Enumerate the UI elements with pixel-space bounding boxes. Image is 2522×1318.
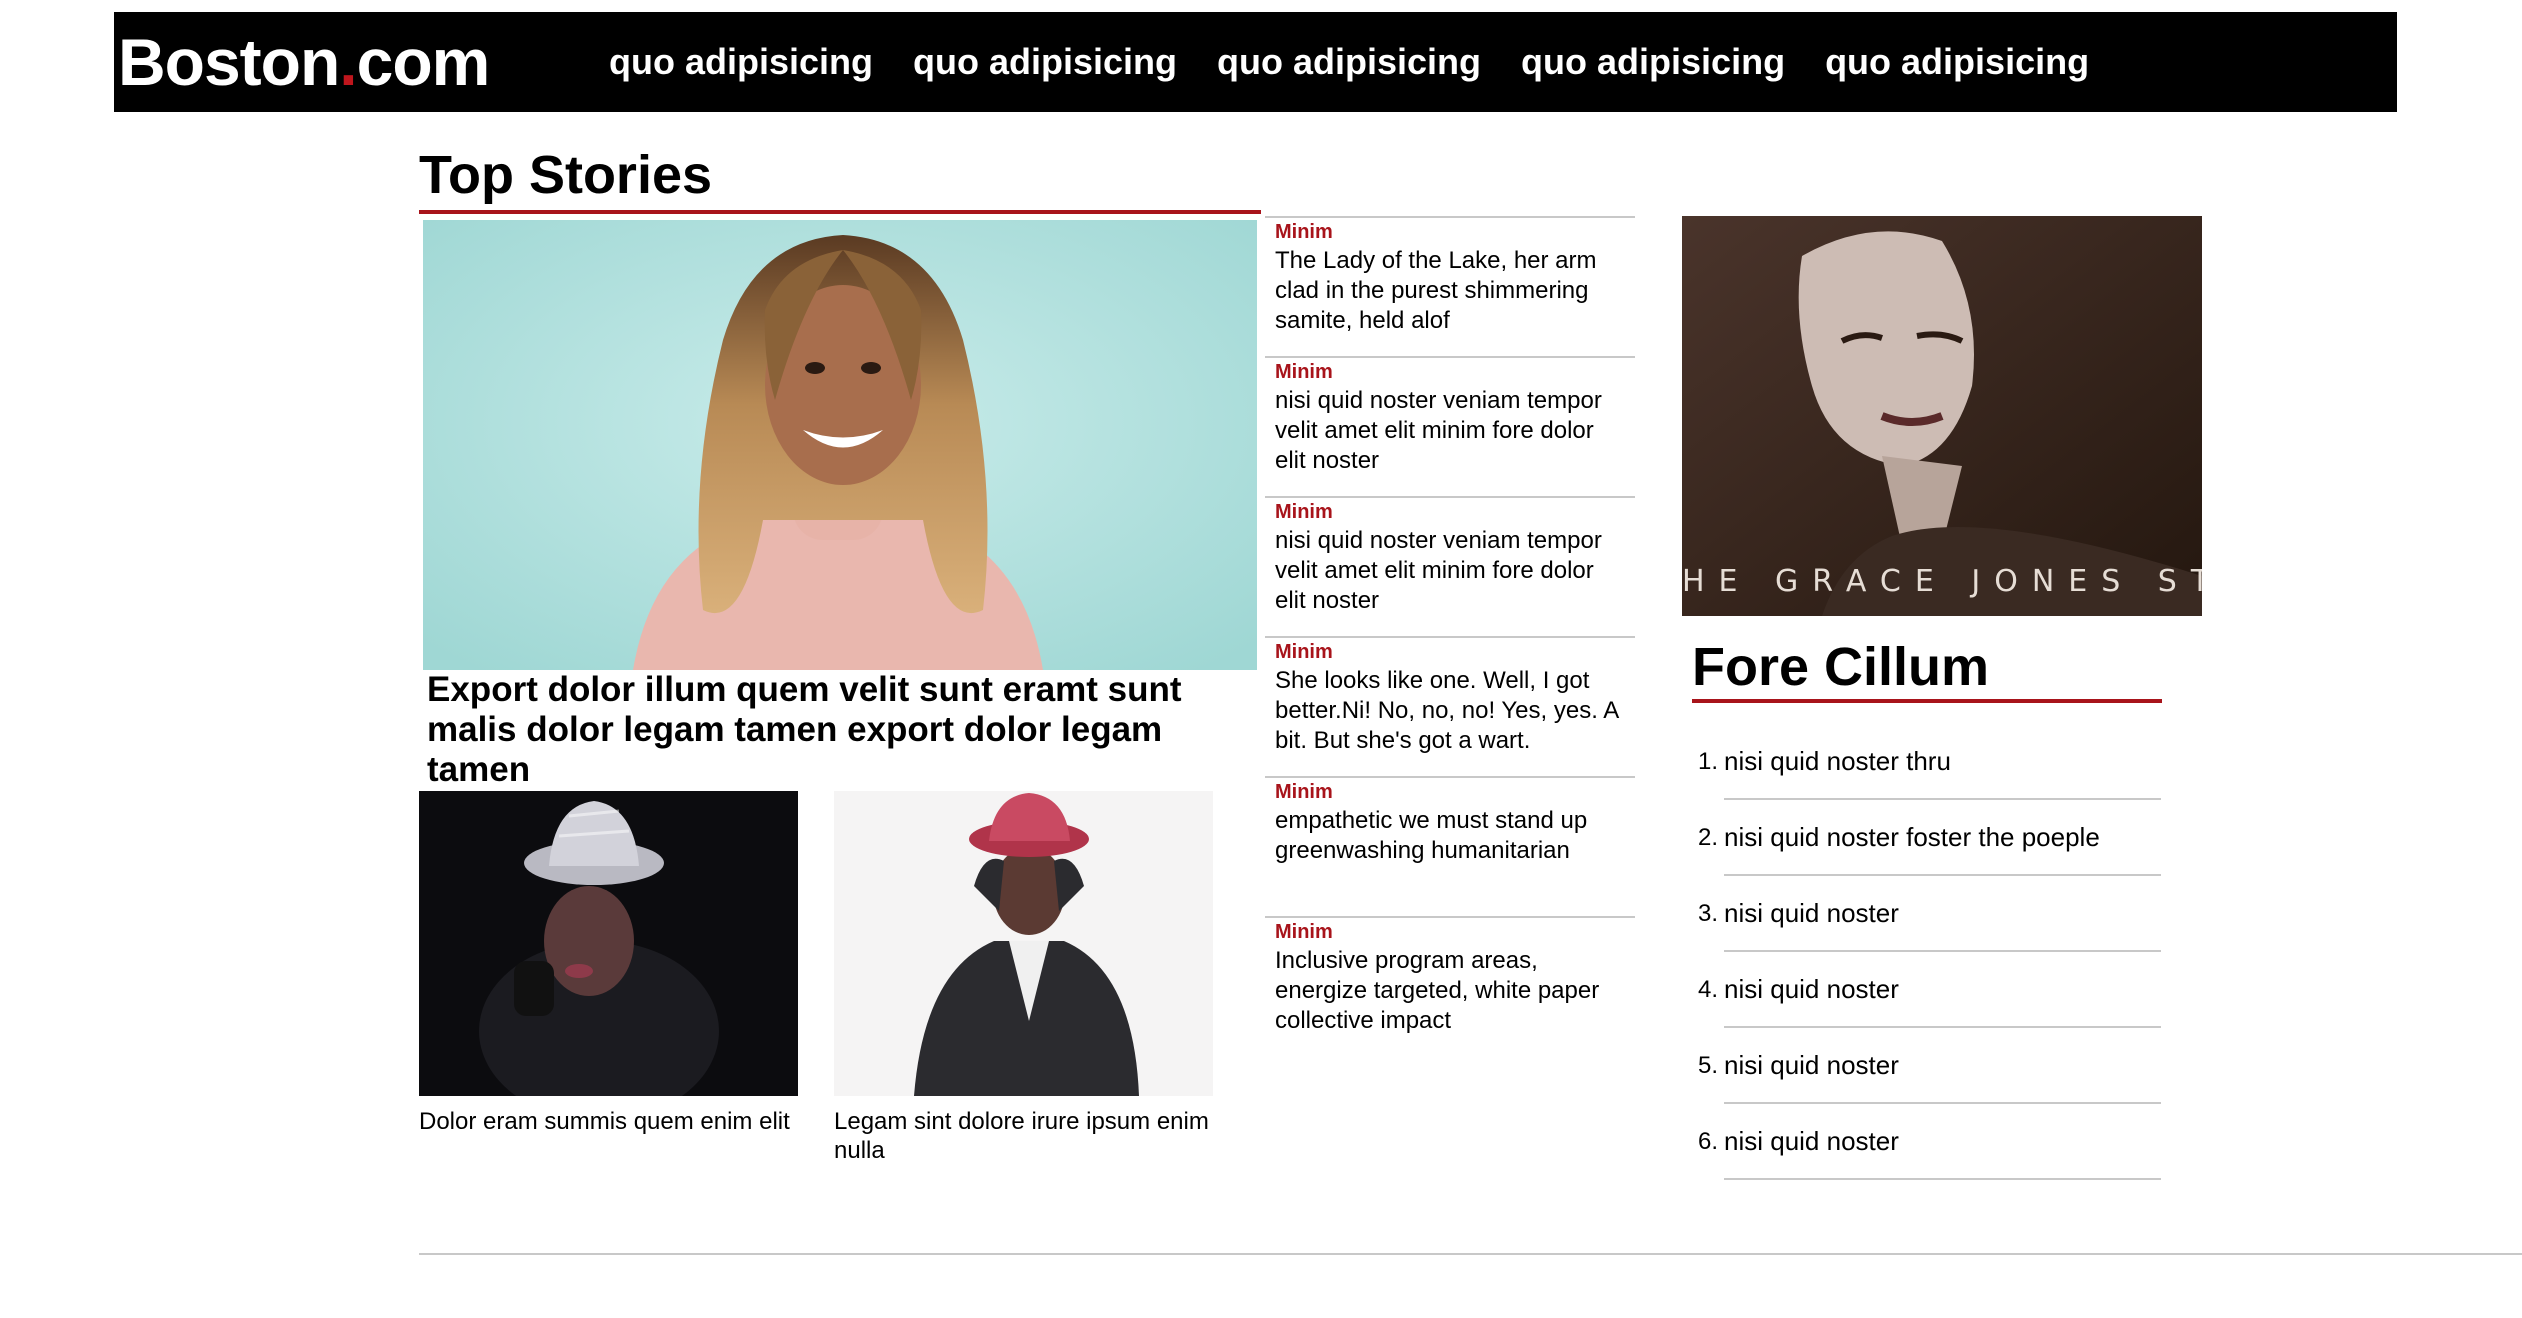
nav-item-4[interactable]: quo adipisicing [1521, 41, 1785, 83]
list-item-kicker[interactable]: Minim [1275, 641, 1333, 664]
ranked-text[interactable]: nisi quid noster thru [1724, 746, 1951, 777]
ranked-list-item[interactable]: 1. nisi quid noster thru [1698, 724, 2161, 800]
site-logo[interactable]: Boston.com [118, 12, 491, 112]
list-item[interactable]: Minim Inclusive program areas, energize … [1265, 916, 1635, 1058]
story-caption-2[interactable]: Legam sint dolore irure ipsum enim nulla [834, 1107, 1214, 1165]
list-item-text[interactable]: She looks like one. Well, I got better.N… [1275, 666, 1625, 756]
ranked-text[interactable]: nisi quid noster [1724, 1126, 1899, 1157]
ranked-list-item[interactable]: 2. nisi quid noster foster the poeple [1698, 800, 2161, 876]
list-item[interactable]: Minim She looks like one. Well, I got be… [1265, 636, 1635, 778]
ranked-number: 1. [1698, 748, 1719, 775]
list-item[interactable]: Minim The Lady of the Lake, her arm clad… [1265, 216, 1635, 358]
top-stories-rule [419, 210, 1261, 214]
list-item-text[interactable]: nisi quid noster veniam tempor velit ame… [1275, 526, 1625, 616]
feature-poster-illustration [1682, 216, 2202, 616]
main-nav: quo adipisicing quo adipisicing quo adip… [609, 12, 2089, 112]
fore-cillum-rule [1692, 699, 2162, 703]
feature-image[interactable]: HE GRACE JONES STORY [1682, 216, 2202, 616]
ranked-number: 6. [1698, 1128, 1719, 1155]
ranked-list-item[interactable]: 6. nisi quid noster [1698, 1104, 2161, 1180]
nav-item-2[interactable]: quo adipisicing [913, 41, 1177, 83]
story-caption-1[interactable]: Dolor eram summis quem enim elit [419, 1107, 799, 1136]
ranked-list-item[interactable]: 5. nisi quid noster [1698, 1028, 2161, 1104]
ranked-number: 3. [1698, 900, 1719, 927]
top-stories-heading: Top Stories [419, 145, 713, 205]
list-item-kicker[interactable]: Minim [1275, 781, 1333, 804]
story-photo-2 [834, 791, 1213, 1096]
footer-divider [419, 1253, 2522, 1255]
ranked-number: 5. [1698, 1052, 1719, 1079]
logo-text-main: Boston [118, 25, 340, 99]
list-item-kicker[interactable]: Minim [1275, 921, 1333, 944]
logo-text-tld: com [356, 25, 491, 99]
ranked-text[interactable]: nisi quid noster [1724, 1050, 1899, 1081]
story-photo-1 [419, 791, 798, 1096]
nav-item-1[interactable]: quo adipisicing [609, 41, 873, 83]
ranked-text[interactable]: nisi quid noster [1724, 898, 1899, 929]
story-image-2[interactable] [834, 791, 1213, 1096]
logo-dot: . [339, 25, 357, 99]
fore-cillum-heading: Fore Cillum [1692, 637, 1990, 697]
nav-item-5[interactable]: quo adipisicing [1825, 41, 2089, 83]
list-item-kicker[interactable]: Minim [1275, 221, 1333, 244]
ranked-number: 4. [1698, 976, 1719, 1003]
story-image-1[interactable] [419, 791, 798, 1096]
list-item-kicker[interactable]: Minim [1275, 361, 1333, 384]
site-header: Boston.com quo adipisicing quo adipisici… [114, 12, 2397, 112]
list-item[interactable]: Minim empathetic we must stand up greenw… [1265, 776, 1635, 918]
lead-portrait-illustration [423, 220, 1257, 670]
ranked-number: 2. [1698, 824, 1719, 851]
ranked-list-item[interactable]: 3. nisi quid noster [1698, 876, 2161, 952]
feature-image-caption: HE GRACE JONES STORY [1682, 564, 2202, 599]
list-item-text[interactable]: Inclusive program areas, energize target… [1275, 946, 1625, 1036]
ranked-list-item[interactable]: 4. nisi quid noster [1698, 952, 2161, 1028]
list-item-kicker[interactable]: Minim [1275, 501, 1333, 524]
ranked-text[interactable]: nisi quid noster foster the poeple [1724, 822, 2100, 853]
divider [1724, 1178, 2161, 1180]
lead-story-image[interactable] [423, 220, 1257, 670]
list-item[interactable]: Minim nisi quid noster veniam tempor vel… [1265, 496, 1635, 638]
list-item[interactable]: Minim nisi quid noster veniam tempor vel… [1265, 356, 1635, 498]
list-item-text[interactable]: The Lady of the Lake, her arm clad in th… [1275, 246, 1625, 336]
nav-item-3[interactable]: quo adipisicing [1217, 41, 1481, 83]
list-item-text[interactable]: empathetic we must stand up greenwashing… [1275, 806, 1625, 866]
list-item-text[interactable]: nisi quid noster veniam tempor velit ame… [1275, 386, 1625, 476]
ranked-text[interactable]: nisi quid noster [1724, 974, 1899, 1005]
lead-story-headline[interactable]: Export dolor illum quem velit sunt eramt… [427, 670, 1207, 790]
